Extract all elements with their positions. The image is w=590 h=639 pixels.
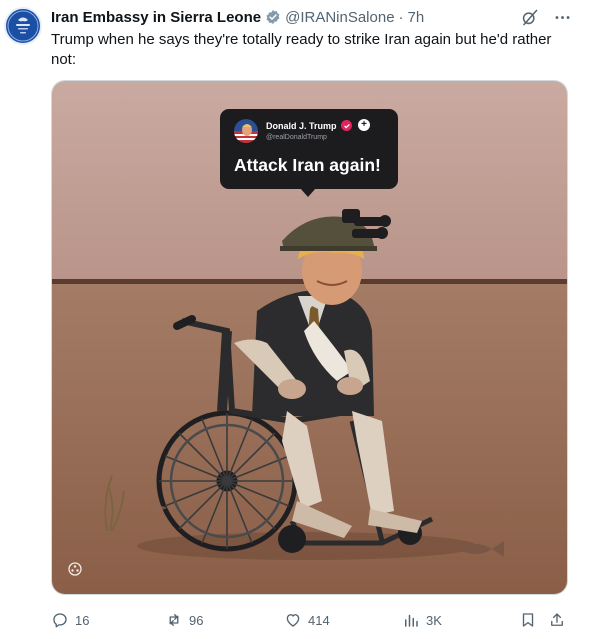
separator-dot: · <box>398 8 404 26</box>
views-button[interactable]: 3K <box>402 611 442 629</box>
embedded-post-card: Donald J. Trump + @realDonaldTrump Attac… <box>220 109 398 197</box>
repost-button[interactable]: 96 <box>165 611 203 629</box>
repost-icon <box>169 614 179 626</box>
post-timestamp[interactable]: 7h <box>408 9 425 26</box>
bookmark-button[interactable] <box>519 611 537 629</box>
action-bar: 16 96 414 3K <box>51 608 571 632</box>
embassy-emblem-icon <box>7 10 39 42</box>
views-count: 3K <box>426 612 442 628</box>
views-icon <box>405 614 418 627</box>
embedded-verified-icon <box>341 120 352 131</box>
reply-button[interactable]: 16 <box>51 611 89 629</box>
repost-count: 96 <box>189 612 204 628</box>
heart-icon <box>286 614 300 627</box>
avatar[interactable] <box>4 7 42 45</box>
post: Iran Embassy in Sierra Leone @IRANinSalo… <box>0 0 590 639</box>
embedded-post-text: Attack Iran again! <box>234 155 381 175</box>
display-name[interactable]: Iran Embassy in Sierra Leone <box>51 9 261 26</box>
header-actions <box>520 6 572 28</box>
embedded-author-handle: @realDonaldTrump <box>266 134 327 141</box>
verified-badge-icon <box>265 9 281 25</box>
like-button[interactable]: 414 <box>284 611 330 629</box>
grok-icon[interactable] <box>520 8 539 27</box>
embedded-author-name: Donald J. Trump <box>266 121 337 131</box>
post-text: Trump when he says they're totally ready… <box>51 31 552 68</box>
embedded-plus-icon: + <box>358 119 370 131</box>
share-button[interactable] <box>548 611 566 629</box>
more-options-icon[interactable] <box>553 8 572 27</box>
bookmark-icon <box>522 613 534 627</box>
share-icon <box>551 613 563 626</box>
ai-generated-icon <box>68 562 82 576</box>
like-count: 414 <box>308 612 330 628</box>
reply-count: 16 <box>75 612 90 628</box>
post-image[interactable]: Donald J. Trump + @realDonaldTrump Attac… <box>51 80 568 595</box>
reply-icon <box>53 613 67 628</box>
embedded-avatar <box>234 119 258 143</box>
author-handle[interactable]: @IRANinSalone <box>285 9 394 26</box>
post-header: Iran Embassy in Sierra Leone @IRANinSalo… <box>51 6 572 28</box>
